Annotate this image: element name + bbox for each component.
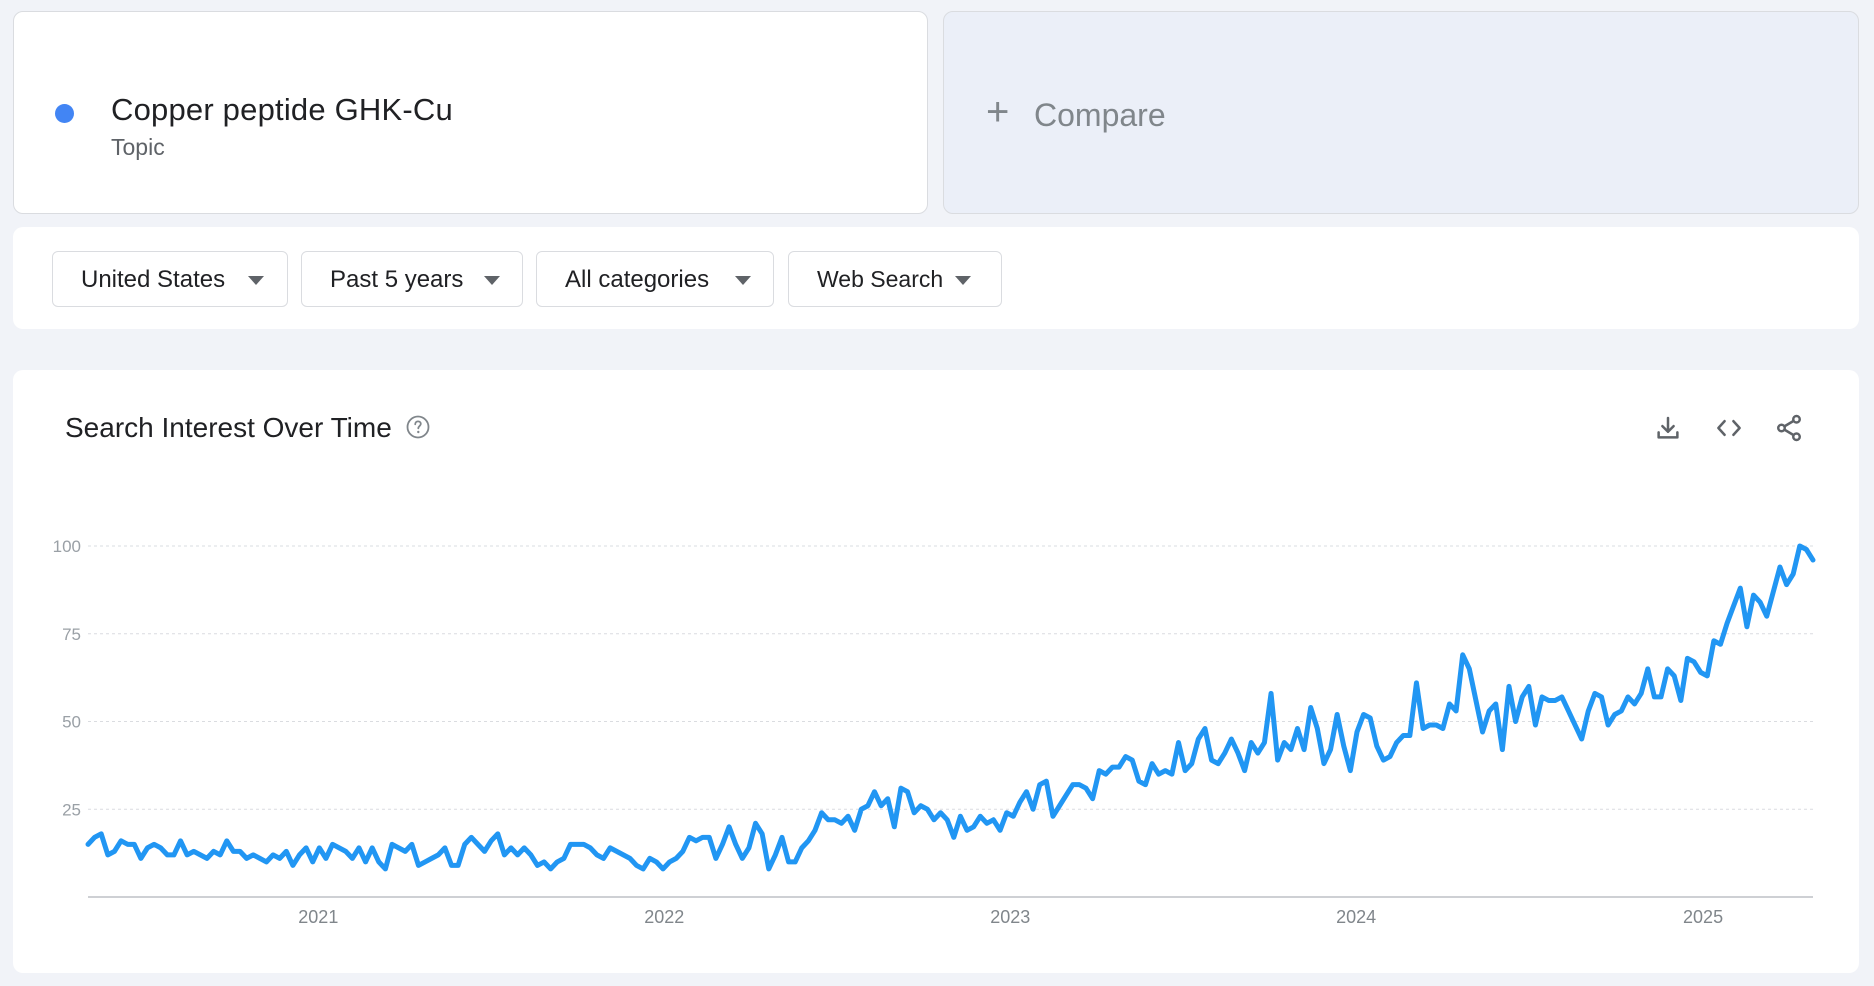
search-term-type: Topic	[111, 134, 165, 160]
category-dropdown-label: All categories	[565, 266, 710, 293]
series-line[interactable]	[85, 543, 1816, 872]
search-term-name[interactable]: Copper peptide GHK-Cu	[111, 92, 453, 128]
caret-down-icon	[955, 276, 971, 285]
interest-line-chart: 25 50 75 100 2021 2022 2023 2024 2025	[53, 537, 1816, 927]
interest-over-time-card: Search Interest Over Time 25 50 75 100 2021…	[13, 370, 1859, 973]
compare-label: Compare	[1034, 97, 1166, 133]
x-tick-label: 2021	[298, 907, 338, 927]
search-type-dropdown-label: Web Search	[817, 266, 944, 292]
filter-bar: United States Past 5 years All categorie…	[13, 227, 1859, 329]
caret-down-icon	[735, 276, 751, 285]
y-tick-label: 75	[62, 625, 81, 644]
caret-down-icon	[248, 276, 264, 285]
term-color-dot	[55, 104, 74, 123]
category-dropdown[interactable]: All categories	[536, 251, 774, 307]
region-dropdown[interactable]: United States	[52, 251, 288, 307]
search-term-card[interactable]: Copper peptide GHK-Cu Topic	[13, 11, 928, 214]
x-tick-label: 2023	[990, 907, 1030, 927]
x-tick-label: 2022	[644, 907, 684, 927]
caret-down-icon	[484, 276, 500, 285]
series-line-layer	[85, 543, 1816, 872]
y-tick-label: 100	[53, 537, 81, 556]
x-tick-label: 2025	[1683, 907, 1723, 927]
region-dropdown-label: United States	[81, 266, 226, 293]
plus-icon: +	[986, 90, 1010, 134]
x-axis-ticks: 2021 2022 2023 2024 2025	[298, 907, 1723, 927]
y-tick-label: 25	[62, 800, 81, 819]
x-tick-label: 2024	[1336, 907, 1376, 927]
y-axis-ticks: 25 50 75 100	[53, 537, 81, 819]
timeframe-dropdown[interactable]: Past 5 years	[301, 251, 523, 307]
chart-gridlines	[88, 545, 1813, 898]
search-type-dropdown[interactable]: Web Search	[788, 251, 1002, 307]
timeframe-dropdown-label: Past 5 years	[330, 266, 464, 293]
compare-button[interactable]: + Compare	[943, 11, 1859, 214]
y-tick-label: 50	[62, 713, 81, 732]
